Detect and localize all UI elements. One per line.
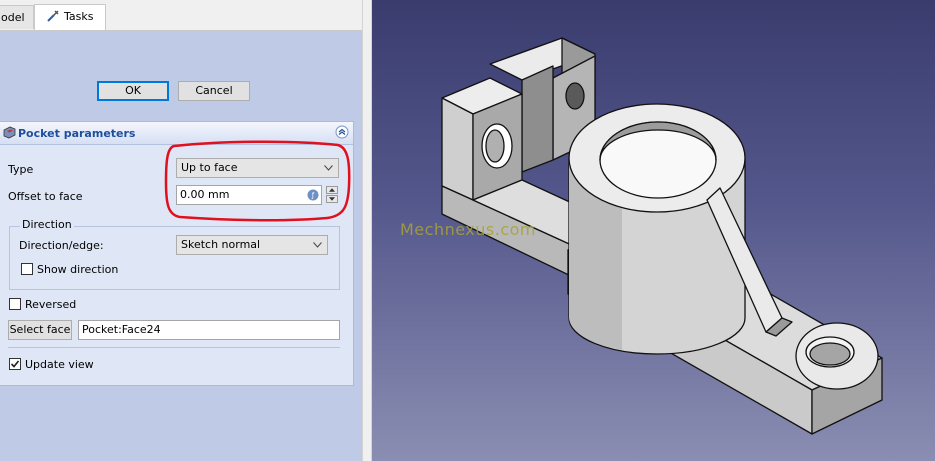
face-input-value: Pocket:Face24 <box>82 323 161 336</box>
panel-title: Pocket parameters <box>18 127 136 140</box>
separator <box>8 347 340 348</box>
collapse-icon[interactable] <box>335 125 349 139</box>
tasks-icon <box>47 10 59 22</box>
reversed-checkbox[interactable] <box>9 298 21 310</box>
reversed-label: Reversed <box>25 298 77 311</box>
direction-edge-label: Direction/edge: <box>19 239 104 252</box>
tab-tasks-label: Tasks <box>64 10 94 23</box>
show-direction-checkbox[interactable] <box>21 263 33 275</box>
select-face-button[interactable]: Select face <box>8 320 72 340</box>
type-label: Type <box>8 163 34 176</box>
direction-edge-value: Sketch normal <box>181 238 261 251</box>
3d-viewport[interactable]: Mechnexus.com <box>372 0 935 461</box>
pocket-parameters-panel: Pocket parameters Type Up to face Offset… <box>0 121 354 386</box>
checkmark-icon <box>10 360 20 368</box>
pocket-icon <box>3 126 16 139</box>
tab-tasks[interactable]: Tasks <box>34 4 106 30</box>
ok-button[interactable]: OK <box>97 81 169 101</box>
face-input[interactable]: Pocket:Face24 <box>78 320 340 340</box>
update-view-label: Update view <box>25 358 94 371</box>
cancel-button[interactable]: Cancel <box>178 81 250 101</box>
direction-edge-combo[interactable]: Sketch normal <box>176 235 328 255</box>
tab-bar: odel Tasks <box>0 0 362 31</box>
watermark: Mechnexus.com <box>400 220 536 239</box>
tab-model[interactable]: odel <box>0 5 34 29</box>
show-direction-label: Show direction <box>37 263 119 276</box>
tab-model-label: odel <box>1 11 25 24</box>
offset-label: Offset to face <box>8 190 83 203</box>
highlight-annotation <box>164 140 351 222</box>
chevron-down-icon <box>313 242 322 248</box>
splitter-handle[interactable] <box>362 0 372 461</box>
direction-group-title: Direction <box>20 218 74 231</box>
task-body: OK Cancel Pocket parameters Type Up to f… <box>0 31 362 461</box>
update-view-checkbox[interactable] <box>9 358 21 370</box>
task-panel: odel Tasks OK Cancel Pocket parameters T… <box>0 0 362 461</box>
